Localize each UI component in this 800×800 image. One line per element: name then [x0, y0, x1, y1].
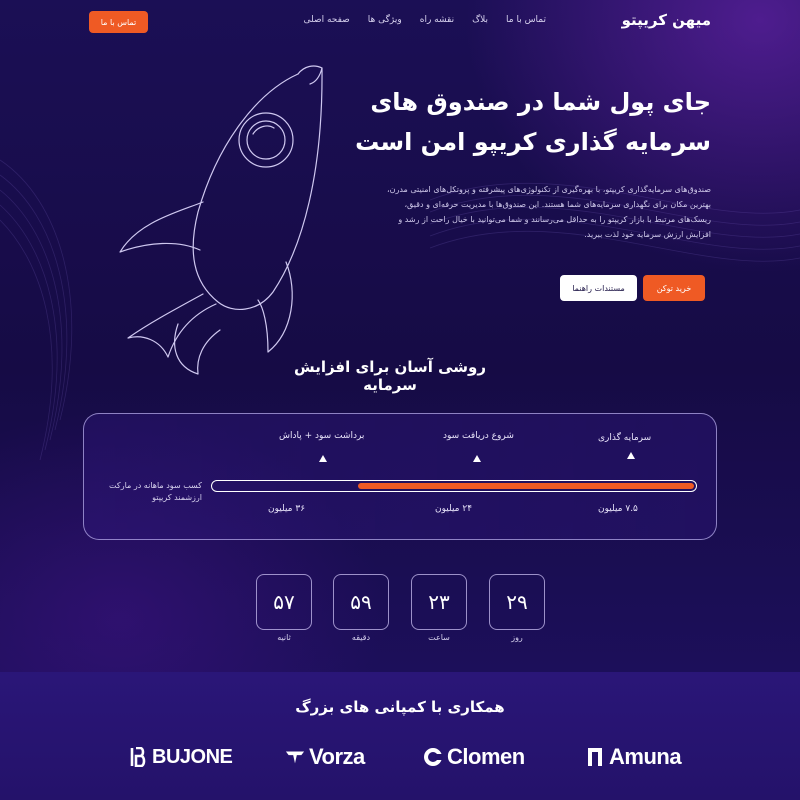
docs-button[interactable]: مستندات راهنما	[560, 275, 637, 301]
stage-withdraw: برداشت سود + پاداش	[279, 431, 365, 441]
monthly-profit-note: کسب سود ماهانه در مارکت ارزشمند کریپتو	[109, 481, 202, 502]
partner-logo-vorza[interactable]: Vorza	[285, 742, 365, 772]
footer-background	[0, 672, 800, 800]
c-ring-icon	[423, 746, 443, 768]
partner-name: Vorza	[309, 744, 365, 769]
countdown-hours-label: ساعت	[428, 633, 450, 642]
partner-logo-amuna[interactable]: Amuna	[585, 742, 682, 772]
top-navbar: میهن کریپتو صفحه اصلی ویژگی ها نقشه راه …	[0, 0, 800, 44]
partner-logo-bujone[interactable]: BUJONE	[128, 742, 233, 772]
partner-name: BUJONE	[152, 745, 233, 768]
hero-headline: جای پول شما در صندوق های سرمایه گذاری کر…	[351, 82, 711, 162]
a-block-icon	[585, 746, 605, 768]
stage-marker-icon	[319, 455, 327, 462]
v-wing-icon	[285, 746, 305, 768]
contact-us-button[interactable]: تماس با ما	[89, 11, 148, 33]
site-logo[interactable]: میهن کریپتو	[622, 11, 711, 29]
stage-marker-icon	[627, 452, 635, 459]
stage-marker-icon	[473, 455, 481, 462]
amount-withdraw: ۳۶ میلیون	[268, 504, 306, 514]
partners-title: همکاری با کمپانی های بزرگ	[295, 698, 505, 716]
rocket-illustration	[119, 65, 323, 375]
nav-link-contact[interactable]: تماس با ما	[506, 15, 546, 25]
headline-line-2: سرمایه گذاری کریپو امن است	[355, 128, 711, 156]
partner-name: Amuna	[609, 744, 682, 769]
nav-link-features[interactable]: ویژگی ها	[368, 15, 402, 25]
countdown-days-label: روز	[511, 633, 523, 642]
countdown-days: ۲۹	[489, 574, 545, 630]
nav-link-roadmap[interactable]: نقشه راه	[420, 15, 454, 25]
amount-profit-start: ۲۴ میلیون	[435, 504, 473, 514]
investment-progress-track	[211, 480, 697, 492]
amount-invest: ۷.۵ میلیون	[598, 504, 638, 514]
stage-profit-start: شروع دریافت سود	[443, 431, 514, 441]
stage-invest: سرمایه گذاری	[598, 433, 652, 443]
nav-link-blog[interactable]: بلاگ	[472, 15, 488, 25]
hero-description: صندوق‌های سرمایه‌گذاری کریپتو، با بهره‌گ…	[387, 185, 711, 239]
partner-name: Clomen	[447, 744, 525, 769]
partner-logo-clomen[interactable]: Clomen	[423, 742, 525, 772]
nav-links: صفحه اصلی ویژگی ها نقشه راه بلاگ تماس با…	[303, 15, 546, 25]
countdown-minutes: ۵۹	[333, 574, 389, 630]
countdown-seconds: ۵۷	[256, 574, 312, 630]
b-monogram-icon	[128, 746, 148, 768]
buy-token-button[interactable]: خرید توکن	[643, 275, 705, 301]
countdown-minutes-label: دقیقه	[351, 633, 371, 642]
headline-line-1: جای پول شما در صندوق های	[370, 88, 711, 116]
countdown-hours: ۲۳	[411, 574, 467, 630]
investment-progress-fill	[358, 482, 694, 489]
section-title: روشی آسان برای افزایش سرمایه	[293, 358, 486, 394]
countdown-seconds-label: ثانیه	[277, 633, 291, 642]
nav-link-home[interactable]: صفحه اصلی	[303, 15, 349, 25]
